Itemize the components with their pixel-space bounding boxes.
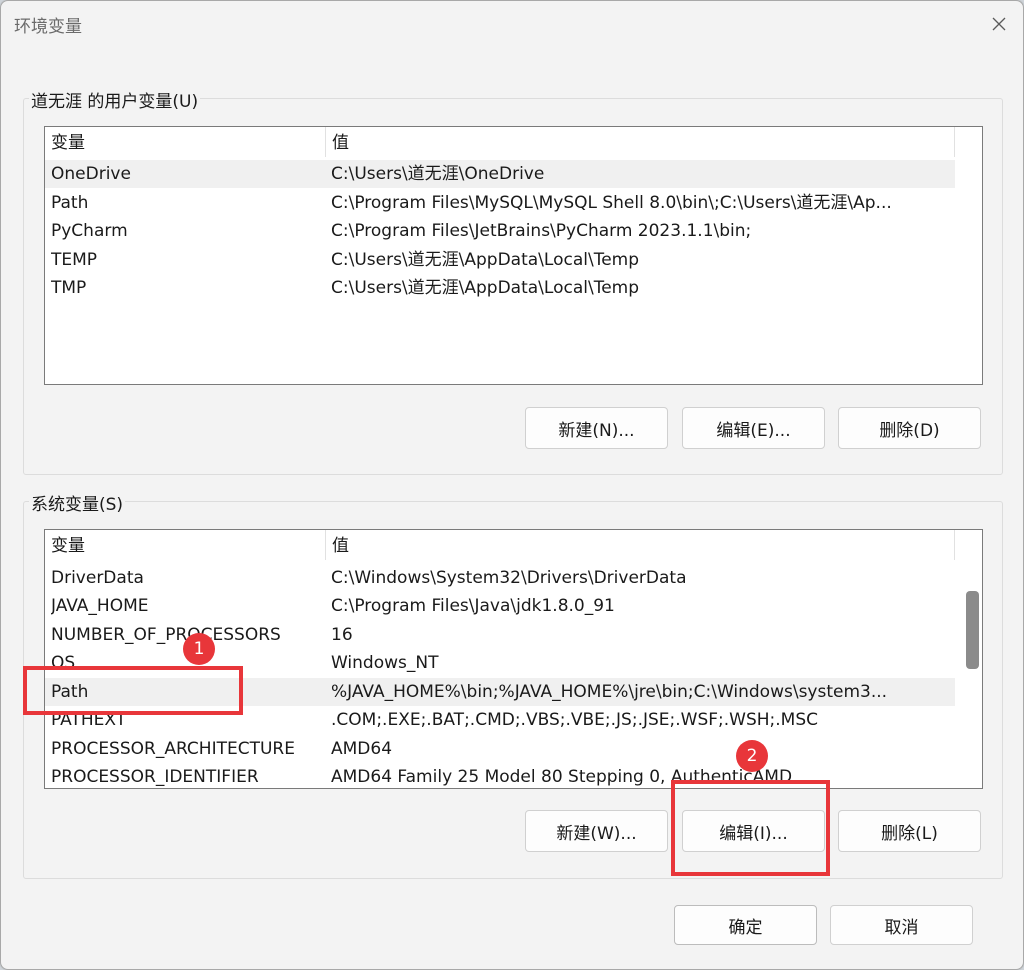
list-row-java-home[interactable]: JAVA_HOME C:\Program Files\Java\jdk1.8.0…	[45, 592, 955, 620]
variable-value: AMD64	[331, 739, 393, 759]
system-variables-list[interactable]: 变量 值 DriverData C:\Windows\System32\Driv…	[44, 529, 983, 789]
user-variables-label: 道无涯 的用户变量(U)	[29, 87, 201, 112]
variable-value: %JAVA_HOME%\bin;%JAVA_HOME%\jre\bin;C:\W…	[331, 682, 888, 702]
annotation-badge-2: 2	[736, 740, 768, 772]
environment-variables-dialog: 环境变量 道无涯 的用户变量(U) 变量 值 OneDrive C:\Users…	[0, 0, 1024, 970]
scrollbar-thumb[interactable]	[966, 591, 979, 669]
variable-name: TEMP	[51, 250, 98, 270]
variable-value: 16	[331, 625, 353, 645]
list-header: 变量 值	[45, 530, 955, 560]
user-edit-button[interactable]: 编辑(E)...	[682, 407, 825, 449]
column-divider[interactable]	[954, 127, 955, 157]
window-title: 环境变量	[14, 17, 82, 37]
column-header-value[interactable]: 值	[326, 530, 955, 560]
list-header: 变量 值	[45, 127, 955, 157]
variable-name: PROCESSOR_IDENTIFIER	[51, 767, 259, 787]
list-row-path[interactable]: Path C:\Program Files\MySQL\MySQL Shell …	[45, 189, 955, 217]
variable-value: C:\Users\道无涯\AppData\Local\Temp	[331, 278, 640, 298]
list-row-tmp[interactable]: TMP C:\Users\道无涯\AppData\Local\Temp	[45, 274, 955, 302]
variable-name: DriverData	[51, 568, 144, 588]
column-header-value[interactable]: 值	[326, 127, 955, 157]
title-bar: 环境变量	[1, 1, 1023, 47]
ok-button[interactable]: 确定	[674, 905, 817, 945]
annotation-badge-1: 1	[183, 633, 215, 665]
variable-value: C:\Program Files\MySQL\MySQL Shell 8.0\b…	[331, 193, 892, 213]
close-icon	[992, 17, 1006, 31]
user-variables-list[interactable]: 变量 值 OneDrive C:\Users\道无涯\OneDrive Path…	[44, 126, 983, 385]
annotation-box-path-row	[23, 666, 243, 715]
variable-value: C:\Program Files\JetBrains\PyCharm 2023.…	[331, 221, 752, 241]
list-row-driverdata[interactable]: DriverData C:\Windows\System32\Drivers\D…	[45, 564, 955, 592]
system-new-button[interactable]: 新建(W)...	[525, 810, 668, 852]
list-row-number-of-processors[interactable]: NUMBER_OF_PROCESSORS 16	[45, 621, 955, 649]
annotation-box-edit-button	[671, 780, 830, 876]
user-delete-button[interactable]: 删除(D)	[838, 407, 981, 449]
variable-value: Windows_NT	[331, 653, 439, 673]
variable-name: TMP	[51, 278, 87, 298]
column-header-variable[interactable]: 变量	[45, 127, 325, 157]
variable-value: .COM;.EXE;.BAT;.CMD;.VBS;.VBE;.JS;.JSE;.…	[331, 710, 819, 730]
list-row-onedrive[interactable]: OneDrive C:\Users\道无涯\OneDrive	[45, 160, 955, 188]
list-row-processor-architecture[interactable]: PROCESSOR_ARCHITECTURE AMD64	[45, 735, 955, 763]
cancel-button[interactable]: 取消	[830, 905, 973, 945]
variable-value: C:\Windows\System32\Drivers\DriverData	[331, 568, 687, 588]
vertical-scrollbar[interactable]	[955, 530, 982, 786]
user-new-button[interactable]: 新建(N)...	[525, 407, 668, 449]
close-button[interactable]	[975, 1, 1023, 47]
list-row-pycharm[interactable]: PyCharm C:\Program Files\JetBrains\PyCha…	[45, 217, 955, 245]
variable-name: OneDrive	[51, 164, 131, 184]
variable-name: JAVA_HOME	[51, 596, 149, 616]
variable-name: Path	[51, 193, 89, 213]
variable-name: PyCharm	[51, 221, 128, 241]
variable-value: C:\Users\道无涯\OneDrive	[331, 164, 545, 184]
column-header-variable[interactable]: 变量	[45, 530, 325, 560]
variable-value: C:\Program Files\Java\jdk1.8.0_91	[331, 596, 615, 616]
variable-value: AMD64 Family 25 Model 80 Stepping 0, Aut…	[331, 767, 793, 787]
variable-value: C:\Users\道无涯\AppData\Local\Temp	[331, 250, 640, 270]
list-row-temp[interactable]: TEMP C:\Users\道无涯\AppData\Local\Temp	[45, 246, 955, 274]
system-variables-label: 系统变量(S)	[29, 490, 126, 515]
variable-name: PROCESSOR_ARCHITECTURE	[51, 739, 295, 759]
system-delete-button[interactable]: 删除(L)	[838, 810, 981, 852]
